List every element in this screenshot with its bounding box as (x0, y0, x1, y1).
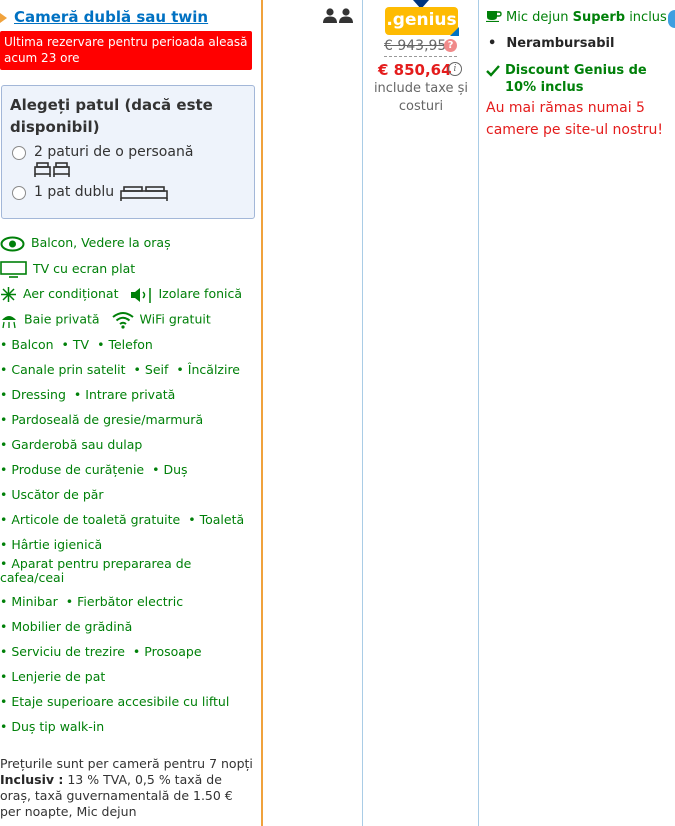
bed-option-twin[interactable]: 2 paturi de o persoană (10, 144, 248, 178)
facility-row-9: Hârtie igienică (0, 537, 102, 553)
bed-choice-box: Alegeți patul (dacă este disponibil) 2 p… (1, 85, 255, 219)
facility-row-12: Mobilier de grădină (0, 619, 132, 635)
arrow-right-icon (0, 12, 7, 23)
facility-row-15: Etaje superioare accesibile cu liftul (0, 694, 229, 710)
facility-row-10: Aparat pentru prepararea de cafea/ceai (0, 556, 200, 585)
discounted-price: € 850,64 (378, 61, 452, 79)
coffee-cup-icon (486, 11, 502, 23)
guests-column-border (362, 0, 363, 826)
price-column-border (478, 0, 479, 826)
facility-row-6: Produse de curățenieDuș (0, 462, 188, 478)
facility-row-1: BalconTVTelefon (0, 337, 153, 353)
facility-flat-tv: TV cu ecran plat (0, 261, 135, 278)
bed-option-double[interactable]: 1 pat dublu (10, 184, 248, 202)
wifi-icon (111, 312, 134, 329)
double-bed-icon (120, 186, 168, 201)
facility-row-16: Duș tip walk-in (0, 719, 104, 735)
genius-badge: .genius (385, 7, 459, 36)
room-title-link[interactable]: Cameră dublă sau twin (0, 8, 208, 26)
eye-icon (0, 236, 25, 251)
check-icon (486, 65, 500, 77)
shower-icon (2, 315, 16, 328)
radio-twin[interactable] (12, 146, 26, 160)
info-icon[interactable]: i (448, 62, 462, 76)
facility-row-8: Articole de toaletă gratuiteToaletă (0, 512, 244, 528)
facility-row-3: DressingIntrare privată (0, 387, 175, 403)
speaker-icon (131, 287, 152, 303)
price-notes: Prețurile sunt per cameră pentru 7 nopți… (0, 756, 253, 819)
single-bed-icon (34, 162, 70, 177)
radio-double[interactable] (12, 186, 26, 200)
two-guests-icon (323, 8, 353, 23)
facility-row-4: Pardoseală de gresie/marmură (0, 412, 203, 428)
tax-note: include taxe și costuri (373, 81, 469, 114)
price-divider (384, 56, 457, 57)
question-icon[interactable]: ? (444, 39, 457, 52)
tv-icon (0, 261, 27, 278)
last-booking-alert: Ultima rezervare pentru perioada aleasă … (0, 31, 252, 70)
facility-balcony-view: Balcon, Vedere la oraș (0, 235, 171, 252)
facility-row-7: Uscător de păr (0, 487, 104, 503)
facility-bath-wifi: Baie privată WiFi gratuit (0, 311, 211, 329)
genius-discount-included: Discount Genius de 10% inclus (486, 62, 666, 96)
breakfast-included: Mic dejun Superb inclus (486, 8, 667, 26)
non-refundable-label: Nerambursabil (486, 35, 614, 52)
facility-ac-soundproof: Aer condiționat Izolare fonică (0, 286, 242, 303)
partial-select-icon[interactable] (668, 10, 675, 28)
facility-row-14: Lenjerie de pat (0, 669, 105, 685)
bed-choice-title: Alegeți patul (dacă este disponibil) (10, 96, 213, 136)
facility-row-13: Serviciu de trezireProsoape (0, 644, 202, 660)
facility-row-5: Garderobă sau dulap (0, 437, 142, 453)
facility-row-2: Canale prin satelitSeifÎncălzire (0, 362, 240, 378)
rooms-left-warning: Au mai rămas numai 5 camere pe site-ul n… (486, 100, 664, 138)
room-column-border (261, 0, 263, 826)
original-price: € 943,95 (384, 38, 447, 54)
facility-row-11: MinibarFierbător electric (0, 594, 183, 610)
snowflake-icon (1, 287, 16, 302)
